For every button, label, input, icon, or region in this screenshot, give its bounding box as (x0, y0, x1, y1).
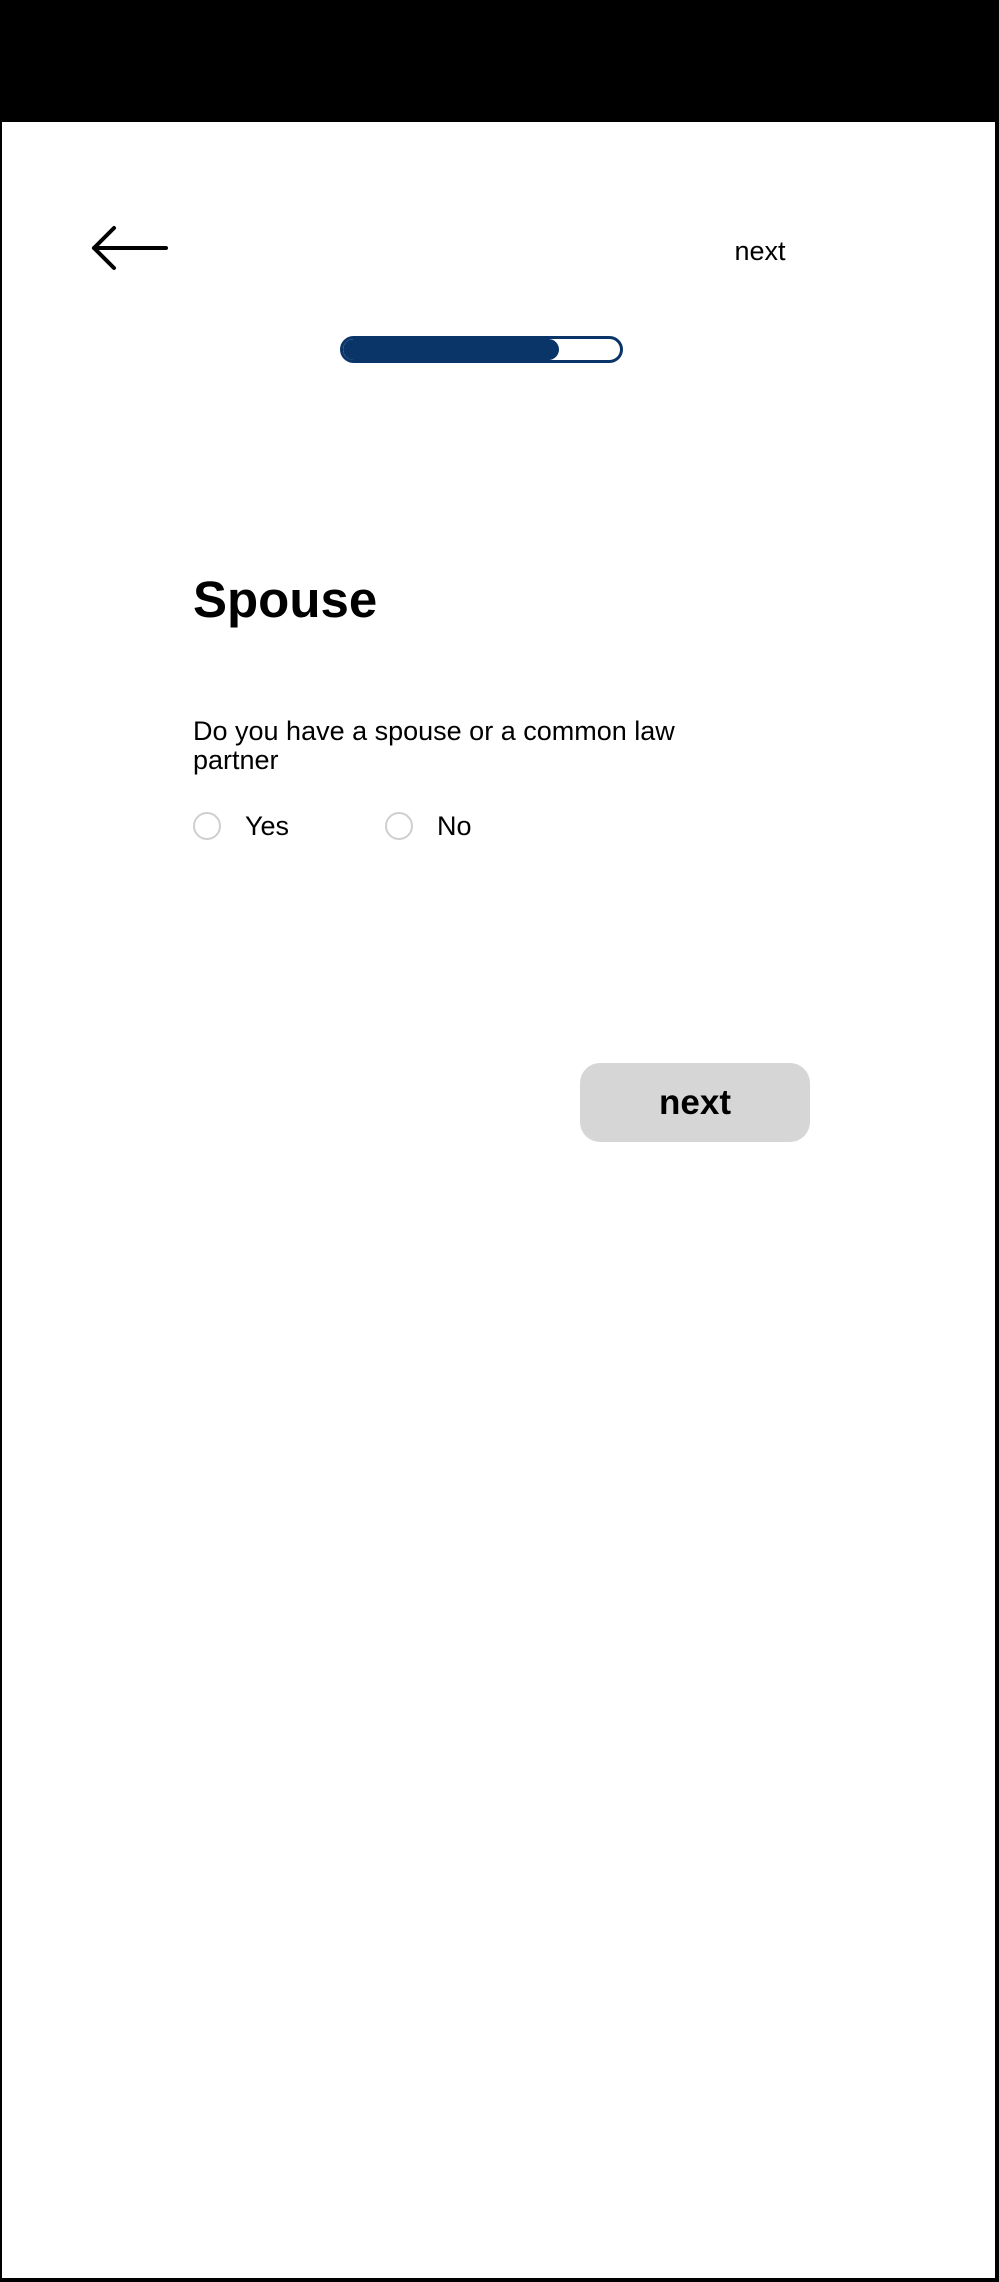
question-text: Do you have a spouse or a common law par… (193, 716, 675, 775)
app-screen (1, 121, 996, 2279)
radio-no-label: No (437, 811, 472, 841)
header-next-link[interactable]: next (700, 233, 820, 269)
status-bar (0, 0, 999, 120)
radio-no-circle[interactable] (385, 812, 413, 840)
progress-bar (340, 336, 623, 363)
arrow-left-icon (92, 226, 168, 270)
back-button[interactable] (88, 222, 172, 274)
radio-yes-label: Yes (245, 811, 290, 841)
page-title: Spouse (193, 571, 378, 628)
next-button[interactable]: next (580, 1063, 810, 1142)
progress-fill (343, 339, 560, 360)
radio-option-yes[interactable]: Yes (193, 806, 289, 846)
radio-option-no[interactable]: No (385, 806, 472, 846)
radio-yes-circle[interactable] (193, 812, 221, 840)
